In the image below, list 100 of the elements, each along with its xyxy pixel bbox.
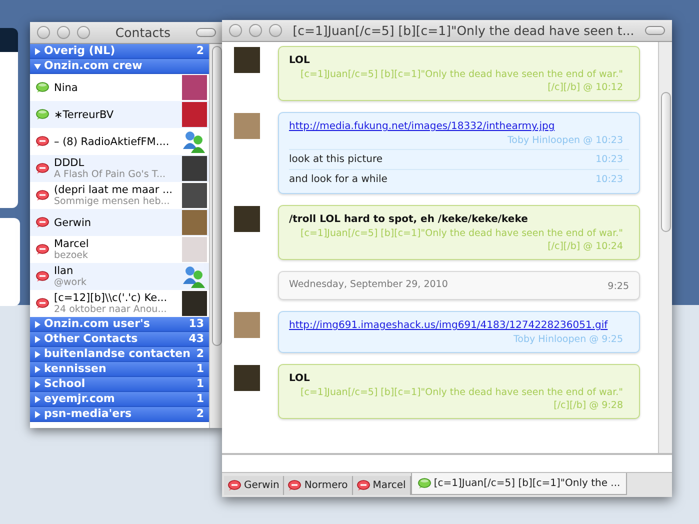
message-input-field[interactable]: [222, 453, 672, 473]
window-button[interactable]: [249, 24, 262, 37]
group-header[interactable]: Onzin.com crew: [30, 59, 209, 74]
contact-name: Nina: [54, 82, 79, 94]
group-count: 2: [196, 44, 205, 58]
group-count: 1: [196, 377, 205, 391]
window-title: [c=1]Juan[/c=5] [b][c=1]"Only the dead have seen t...: [292, 22, 636, 40]
avatar-photo: [234, 113, 260, 139]
disclosure-triangle-icon[interactable]: [34, 48, 41, 54]
window-title: Contacts: [114, 24, 172, 42]
window-button[interactable]: [77, 26, 90, 39]
tab-label: Gerwin: [244, 479, 280, 493]
contact-name: Gerwin: [54, 216, 92, 228]
toolbar-toggle-button[interactable]: [645, 26, 665, 35]
message-text: LOL: [289, 54, 311, 68]
contact-row[interactable]: Nina: [30, 74, 209, 101]
toolbar-toggle-button[interactable]: [196, 28, 216, 37]
group-header[interactable]: Overig (NL) 2: [30, 44, 209, 59]
group-header[interactable]: buitenlandse contacten 2: [30, 347, 209, 362]
timestamp: 10:23: [596, 173, 624, 186]
contact-name: Marcel: [54, 238, 90, 250]
scrollbar[interactable]: [658, 42, 672, 453]
group-header[interactable]: psn-media'ers 2: [30, 407, 209, 422]
message-text: and look for a while: [289, 173, 388, 187]
message-text: look at this picture: [289, 153, 383, 167]
disclosure-triangle-icon[interactable]: [34, 380, 41, 388]
contact-name: ∗TerreurBV: [54, 108, 115, 120]
message-link[interactable]: http://media.fukung.net/images/18332/inthearmy.jpg: [289, 119, 629, 134]
contact-status-message: A Flash Of Pain Go's T...: [54, 168, 167, 180]
disclosure-triangle-icon[interactable]: [34, 320, 41, 328]
scrollbar-thumb[interactable]: [212, 46, 222, 346]
contact-row[interactable]: ∗TerreurBV: [30, 101, 209, 128]
disclosure-triangle-icon[interactable]: [34, 336, 41, 342]
disclosure-triangle-icon[interactable]: [34, 350, 41, 358]
message-sender-info: [c=1]Juan[/c=5] [b][c=1]"Only the dead have seen the end of war."[/c][/b] @ 9:28: [300, 386, 624, 412]
disclosure-triangle-icon[interactable]: [34, 62, 41, 70]
scrollbar[interactable]: [209, 44, 223, 428]
contact-status-message: Sommige mensen heb...: [54, 196, 171, 208]
message-text: /troll LOL hard to spot, eh /keke/keke/keke: [289, 213, 529, 227]
group-name: eyemjr.com: [44, 392, 116, 406]
date-text: Wednesday, September 29, 2010: [289, 278, 448, 292]
group-name: kennissen: [44, 362, 108, 376]
chat-tab[interactable]: [c=1]Juan[/c=5] [b][c=1]"Only the ...: [410, 473, 628, 495]
contact-row[interactable]: Marcel bezoek: [30, 236, 209, 263]
avatar-photo: [182, 102, 207, 127]
avatar-photo: [182, 156, 207, 181]
group-header[interactable]: kennissen 1: [30, 362, 209, 377]
scrollbar-thumb[interactable]: [660, 92, 670, 232]
window-button[interactable]: [229, 24, 242, 37]
group-name: Overig (NL): [44, 44, 116, 58]
tab-label: Marcel: [372, 479, 406, 493]
contact-status-message: @work: [54, 276, 88, 288]
contact-row[interactable]: [c=12][b]\\c('.'c) Ke... 24 oktober naar Anou...: [30, 290, 209, 317]
contact-name: – (8) RadioAktiefFM....: [54, 136, 170, 148]
contact-row[interactable]: Gerwin: [30, 209, 209, 236]
avatar-photo: [182, 291, 207, 316]
window-button[interactable]: [269, 24, 282, 37]
group-count: 1: [196, 392, 205, 406]
group-count: 2: [196, 347, 205, 361]
group-name: Onzin.com user's: [44, 317, 151, 331]
chat-tab[interactable]: Marcel: [352, 476, 411, 495]
message-text: LOL: [289, 372, 311, 386]
contact-row[interactable]: Ilan @work: [30, 263, 209, 290]
buddy-people-icon: [182, 264, 207, 289]
avatar-photo: [234, 47, 260, 73]
avatar-photo: [182, 210, 207, 235]
contact-status-message: bezoek: [54, 250, 90, 262]
timestamp: 9:25: [608, 280, 629, 294]
disclosure-triangle-icon[interactable]: [34, 366, 41, 372]
message-sender-info: Toby Hinloopen @ 10:23: [506, 134, 624, 147]
message-link[interactable]: http://img691.imageshack.us/img691/4183/1274228236051.gif: [289, 318, 629, 333]
disclosure-triangle-icon[interactable]: [34, 410, 41, 418]
buddy-people-icon: [182, 129, 207, 154]
group-name: buitenlandse contacten: [44, 347, 192, 361]
group-header[interactable]: eyemjr.com 1: [30, 392, 209, 407]
contact-row[interactable]: (depri laat me maar ... Sommige mensen heb...: [30, 182, 209, 209]
chat-tab[interactable]: Gerwin: [224, 476, 284, 495]
window-button[interactable]: [37, 26, 50, 39]
chat-tab[interactable]: Normero: [284, 476, 353, 495]
avatar-photo: [182, 183, 207, 208]
tab-label: Normero: [304, 479, 348, 493]
contact-row[interactable]: DDDL A Flash Of Pain Go's T...: [30, 155, 209, 182]
group-count: 13: [188, 317, 205, 331]
contact-status-message: 24 oktober naar Anou...: [54, 304, 168, 316]
group-header[interactable]: School 1: [30, 377, 209, 392]
avatar-photo: [234, 206, 260, 232]
avatar-photo: [234, 312, 260, 338]
disclosure-triangle-icon[interactable]: [34, 396, 41, 402]
message-sender-info: Toby Hinloopen @ 9:25: [512, 333, 624, 346]
group-name: Onzin.com crew: [44, 59, 144, 73]
group-header[interactable]: Onzin.com user's 13: [30, 317, 209, 332]
message-sender-info: [c=1]Juan[/c=5] [b][c=1]"Only the dead have seen the end of war."[/c][/b] @ 10:12: [300, 68, 624, 94]
group-count: 1: [196, 362, 205, 376]
timestamp: 10:23: [596, 153, 624, 166]
contact-name: DDDL: [54, 156, 86, 168]
contact-name: [c=12][b]\\c('.'c) Ke...: [54, 292, 168, 304]
group-header[interactable]: Other Contacts 43: [30, 332, 209, 347]
group-count: 2: [196, 407, 205, 421]
window-button[interactable]: [57, 26, 70, 39]
group-name: Other Contacts: [44, 332, 139, 346]
